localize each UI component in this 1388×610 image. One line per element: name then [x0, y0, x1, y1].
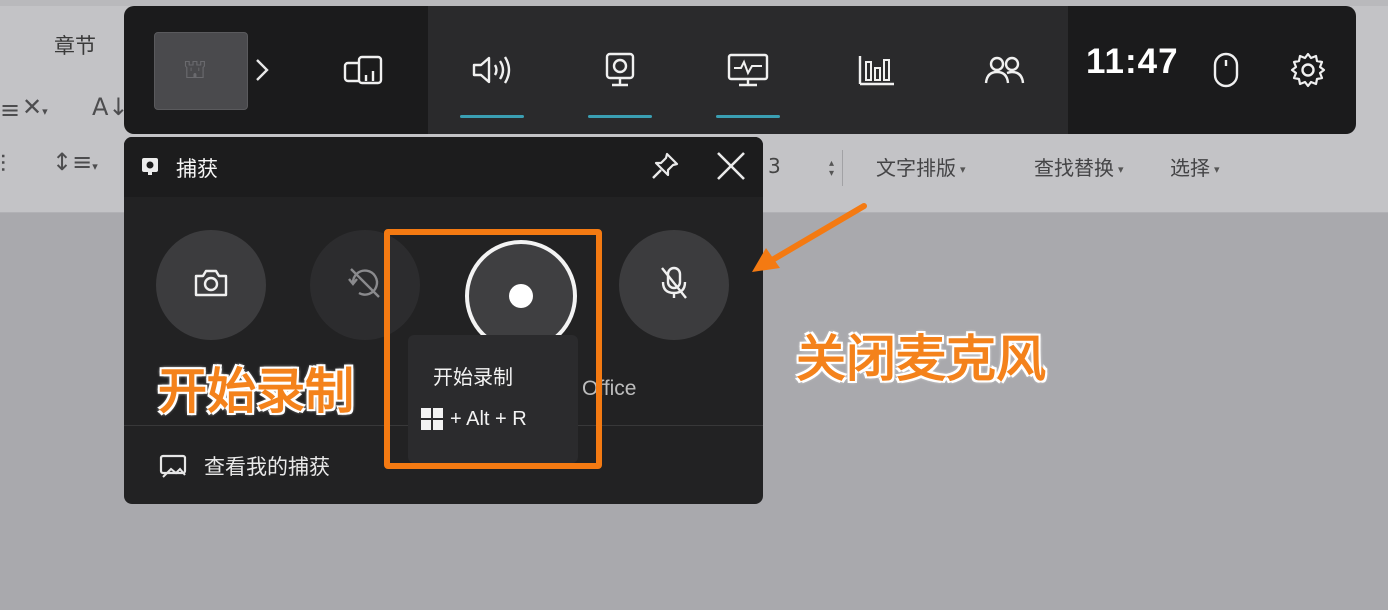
- active-indicator: [716, 115, 780, 118]
- bar-chart-icon[interactable]: [836, 6, 916, 134]
- capture-header: 捕获: [124, 137, 763, 197]
- close-icon[interactable]: [714, 149, 748, 187]
- people-icon[interactable]: [964, 6, 1044, 134]
- replay-disabled-icon: [345, 263, 385, 307]
- tab-chapter[interactable]: 章节: [54, 30, 96, 60]
- annotation-arrow-icon: [740, 200, 870, 284]
- widget-menu-icon[interactable]: [324, 6, 404, 134]
- text-layout-button[interactable]: 文字排版 ▾: [876, 152, 966, 181]
- mic-off-icon: [657, 264, 691, 306]
- find-replace-button[interactable]: 查找替换 ▾: [1034, 152, 1124, 181]
- performance-monitor-icon[interactable]: [708, 6, 788, 134]
- line-spacing-icon[interactable]: ↕≡▾: [52, 148, 98, 176]
- active-indicator: [588, 115, 652, 118]
- font-size-spinner[interactable]: 3 ▴ ▾: [762, 150, 843, 186]
- pin-icon[interactable]: [650, 151, 680, 185]
- app-icon: ⛫: [183, 55, 207, 85]
- text-effect-icon[interactable]: ✕▾: [22, 93, 48, 121]
- speaker-icon[interactable]: [452, 6, 532, 134]
- microphone-toggle-button[interactable]: [619, 230, 729, 340]
- capture-camera-icon[interactable]: [580, 6, 660, 134]
- indent-icon[interactable]: ⫶: [0, 150, 6, 178]
- camera-icon: [192, 267, 230, 303]
- capture-camera-icon: [140, 156, 160, 182]
- clock: 11:47: [1086, 42, 1179, 81]
- mouse-icon[interactable]: [1186, 6, 1266, 134]
- active-indicator: [460, 115, 524, 118]
- annotation-start-recording: 开始录制: [158, 363, 355, 420]
- highlight-box: [384, 229, 602, 469]
- gear-icon[interactable]: [1268, 6, 1348, 134]
- annotation-turn-off-mic: 关闭麦克风: [796, 330, 1046, 388]
- capture-title: 捕获: [176, 157, 218, 181]
- select-button[interactable]: 选择 ▾: [1170, 152, 1220, 181]
- game-bar: ⛫ 11:47: [124, 6, 1356, 134]
- gallery-icon[interactable]: [158, 453, 188, 483]
- expand-chevron-icon[interactable]: [230, 6, 294, 134]
- align-icon[interactable]: ≡: [0, 96, 20, 124]
- screenshot-button[interactable]: [156, 230, 266, 340]
- view-my-captures-link[interactable]: 查看我的捕获: [204, 451, 330, 481]
